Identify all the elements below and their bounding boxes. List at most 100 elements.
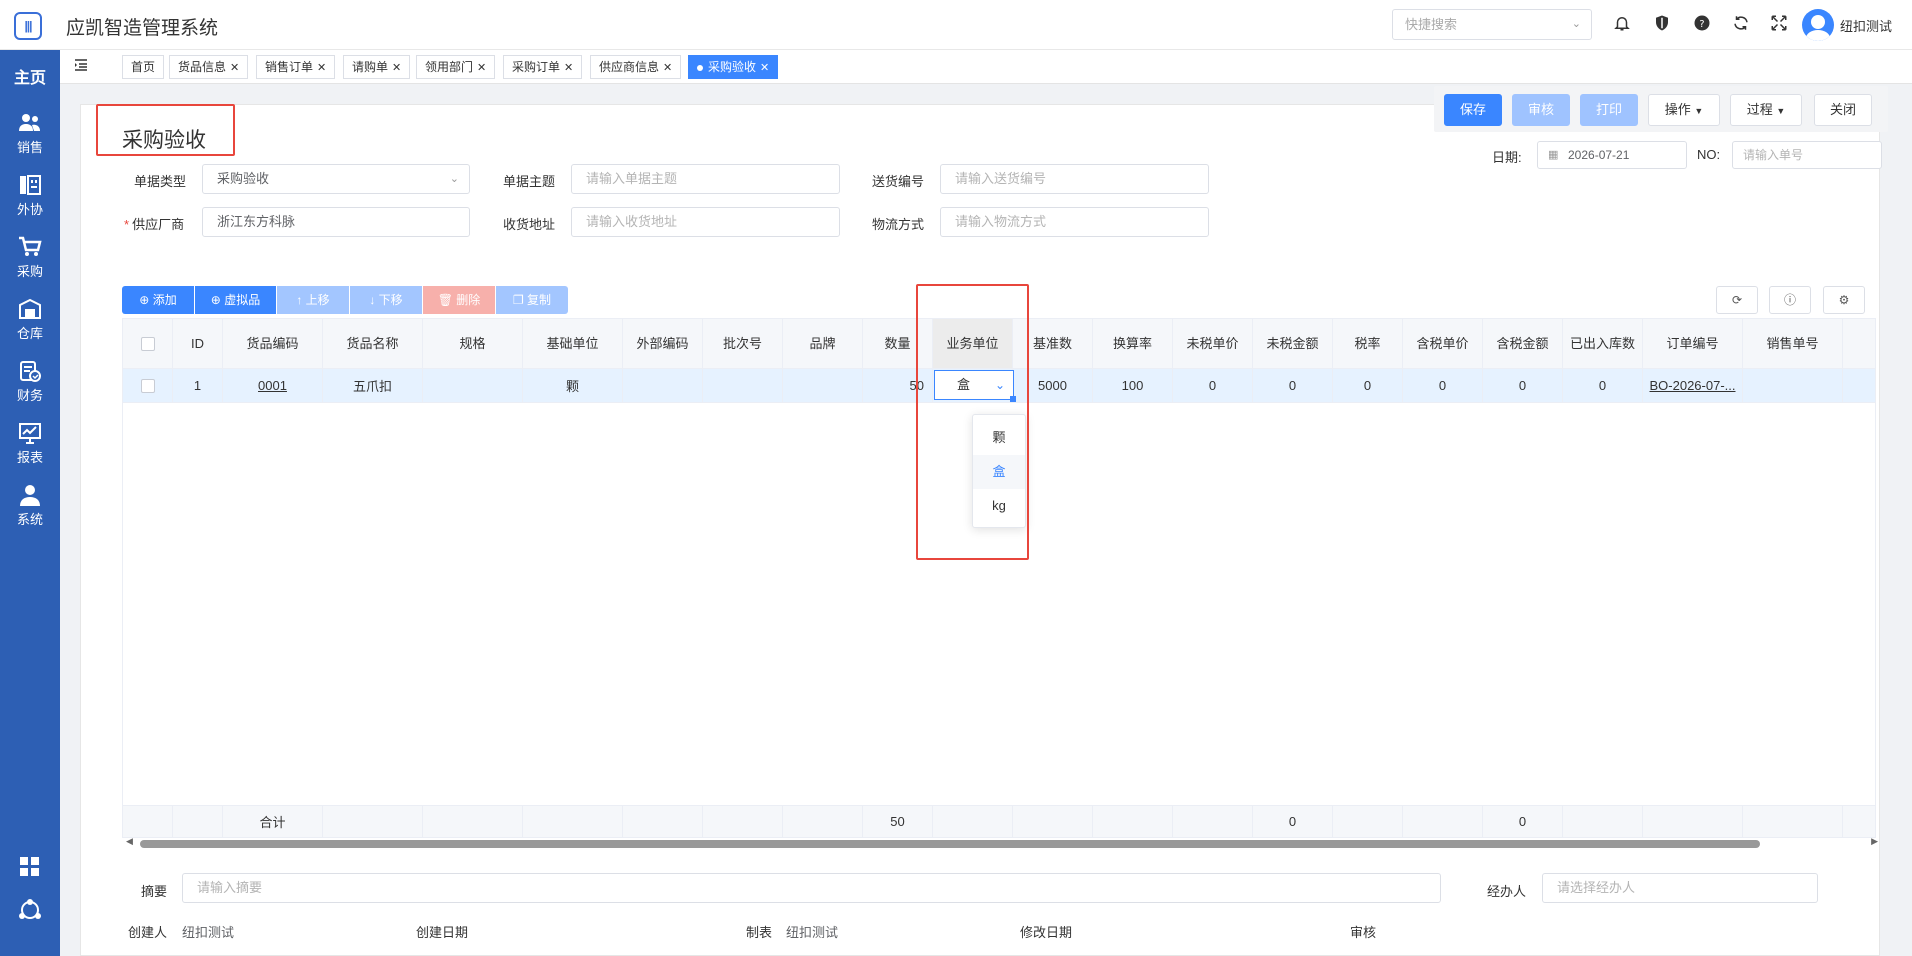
tab-label: 请购单 (352, 60, 389, 74)
table-info-button[interactable]: ⓘ (1769, 286, 1811, 314)
cell-goods-code-link[interactable]: 0001 (223, 369, 323, 402)
horizontal-scrollbar[interactable]: ◀ ▶ (122, 836, 1878, 850)
cell-price-notax[interactable]: 0 (1173, 369, 1253, 402)
quick-search-input[interactable]: 快捷搜索 ⌄ (1392, 9, 1592, 40)
supplier-input[interactable]: 浙江东方科脉 (202, 207, 470, 237)
sidebar-item-home[interactable]: 主页 (0, 64, 60, 88)
footer-cell (1013, 806, 1093, 837)
refresh-icon[interactable] (1731, 14, 1751, 34)
doc-subject-input[interactable]: 请输入单据主题 (571, 164, 840, 194)
tab-department[interactable]: 领用部门 ✕ (416, 55, 496, 79)
table-footer: 合计 50 0 0 (123, 805, 1875, 837)
sidebar-item-label: 系统 (16, 512, 43, 527)
fullscreen-icon[interactable] (1769, 14, 1789, 34)
operate-dropdown-button[interactable]: 操作 ▼ (1648, 94, 1720, 126)
svg-text:?: ? (1699, 19, 1704, 30)
sidebar-item-finance[interactable]: 财务 (0, 360, 60, 404)
date-value: 2026-07-21 (1568, 148, 1630, 162)
process-dropdown-button[interactable]: 过程 ▼ (1730, 94, 1802, 126)
date-picker[interactable]: ▦ 2026-07-21 (1537, 141, 1687, 169)
close-icon[interactable]: ✕ (760, 62, 769, 74)
sidebar-item-report[interactable]: 报表 (0, 422, 60, 466)
virtual-item-button[interactable]: ⊕ 虚拟品 (195, 286, 276, 314)
close-icon[interactable]: ✕ (663, 62, 672, 74)
checkbox[interactable] (140, 378, 155, 393)
doc-type-label: 单据类型 (134, 174, 187, 189)
doc-subject-label: 单据主题 (503, 174, 556, 189)
sidebar-item-label: 财务 (16, 388, 43, 403)
sidebar-item-sales[interactable]: 销售 (0, 112, 60, 156)
avatar[interactable] (1802, 9, 1834, 41)
tab-goods-info[interactable]: 货品信息 ✕ (169, 55, 249, 79)
footer-cell (933, 806, 1013, 837)
close-button[interactable]: 关闭 (1814, 94, 1872, 126)
scrollbar-thumb[interactable] (140, 840, 1760, 848)
print-button[interactable]: 打印 (1580, 94, 1638, 126)
bell-icon[interactable] (1612, 14, 1632, 34)
audit-button[interactable]: 审核 (1512, 94, 1570, 126)
move-up-button[interactable]: ↑ 上移 (277, 286, 349, 314)
cell-tax[interactable]: 0 (1333, 369, 1403, 402)
sidebar-item-warehouse[interactable]: 仓库 (0, 298, 60, 342)
user-name[interactable]: 纽扣测试 (1840, 16, 1892, 35)
sidebar-item-purchase[interactable]: 采购 (0, 236, 60, 280)
tab-label: 采购验收 (708, 60, 757, 74)
table-settings-button[interactable]: ⚙ (1823, 286, 1865, 314)
row-select[interactable] (123, 369, 173, 402)
sidebar-item-outsource[interactable]: 外协 (0, 174, 60, 218)
create-date-label: 创建日期 (416, 925, 469, 940)
close-icon[interactable]: ✕ (230, 62, 239, 74)
add-row-button[interactable]: ⊕ 添加 (122, 286, 194, 314)
tab-purchase-request[interactable]: 请购单 ✕ (343, 55, 411, 79)
tab-purchase-order[interactable]: 采购订单 ✕ (503, 55, 583, 79)
delete-row-button[interactable]: 🗑 删除 (423, 286, 495, 314)
logistics-input[interactable]: 请输入物流方式 (940, 207, 1209, 237)
tab-purchase-acceptance[interactable]: 采购验收 ✕ (688, 55, 779, 79)
footer-cell (1743, 806, 1843, 837)
handler-select[interactable]: 请选择经办人 (1542, 873, 1818, 903)
scroll-left-icon[interactable]: ◀ (126, 836, 133, 847)
copy-row-button[interactable]: ❐ 复制 (496, 286, 568, 314)
table-refresh-button[interactable]: ⟳ (1716, 286, 1758, 314)
checkbox[interactable] (140, 336, 155, 351)
move-down-button[interactable]: ↓ 下移 (350, 286, 422, 314)
remark-input[interactable]: 请输入摘要 (182, 873, 1441, 903)
column-header: 换算率 (1093, 319, 1173, 368)
column-header: 销售单号 (1743, 319, 1843, 368)
cell-order-no-link[interactable]: BO-2026-07-... (1643, 369, 1743, 402)
tab-home[interactable]: 首页 (122, 55, 165, 79)
sidebar-item-system[interactable]: 系统 (0, 484, 60, 528)
close-icon[interactable]: ✕ (564, 62, 573, 74)
scroll-right-icon[interactable]: ▶ (1871, 836, 1878, 847)
arrow-down-icon: ↓ (369, 293, 376, 307)
person-icon (18, 484, 42, 506)
close-icon[interactable]: ✕ (477, 62, 486, 74)
tab-supplier-info[interactable]: 供应商信息 ✕ (590, 55, 682, 79)
receive-address-input[interactable]: 请输入收货地址 (571, 207, 840, 237)
handler-label: 经办人 (1487, 884, 1527, 899)
apps-grid-icon[interactable] (0, 856, 60, 881)
date-label: 日期: (1492, 150, 1522, 165)
cell-price-tax[interactable]: 0 (1403, 369, 1483, 402)
close-icon[interactable]: ✕ (317, 62, 326, 74)
cell-rate[interactable]: 100 (1093, 369, 1173, 402)
tab-label: 首页 (131, 60, 156, 74)
delivery-no-input[interactable]: 请输入送货编号 (940, 164, 1209, 194)
users-icon (18, 112, 42, 134)
action-bar: 保存 审核 打印 操作 ▼ 过程 ▼ 关闭 (1434, 86, 1888, 132)
shield-icon[interactable] (1652, 14, 1672, 34)
save-button[interactable]: 保存 (1444, 94, 1502, 126)
network-icon[interactable] (0, 898, 60, 925)
footer-cell (1403, 806, 1483, 837)
help-icon[interactable]: ? (1692, 14, 1712, 34)
doc-type-select[interactable]: 采购验收 ⌄ (202, 164, 470, 194)
footer-cell (783, 806, 863, 837)
menu-fold-icon[interactable] (74, 58, 88, 76)
tab-sales-order[interactable]: 销售订单 ✕ (256, 55, 336, 79)
no-input[interactable]: 请输入单号 (1732, 141, 1882, 169)
virtual-label: 虚拟品 (224, 293, 261, 307)
footer-cell (623, 806, 703, 837)
close-icon[interactable]: ✕ (392, 62, 401, 74)
header-select-all[interactable] (123, 319, 173, 368)
column-header: 订单编号 (1643, 319, 1743, 368)
